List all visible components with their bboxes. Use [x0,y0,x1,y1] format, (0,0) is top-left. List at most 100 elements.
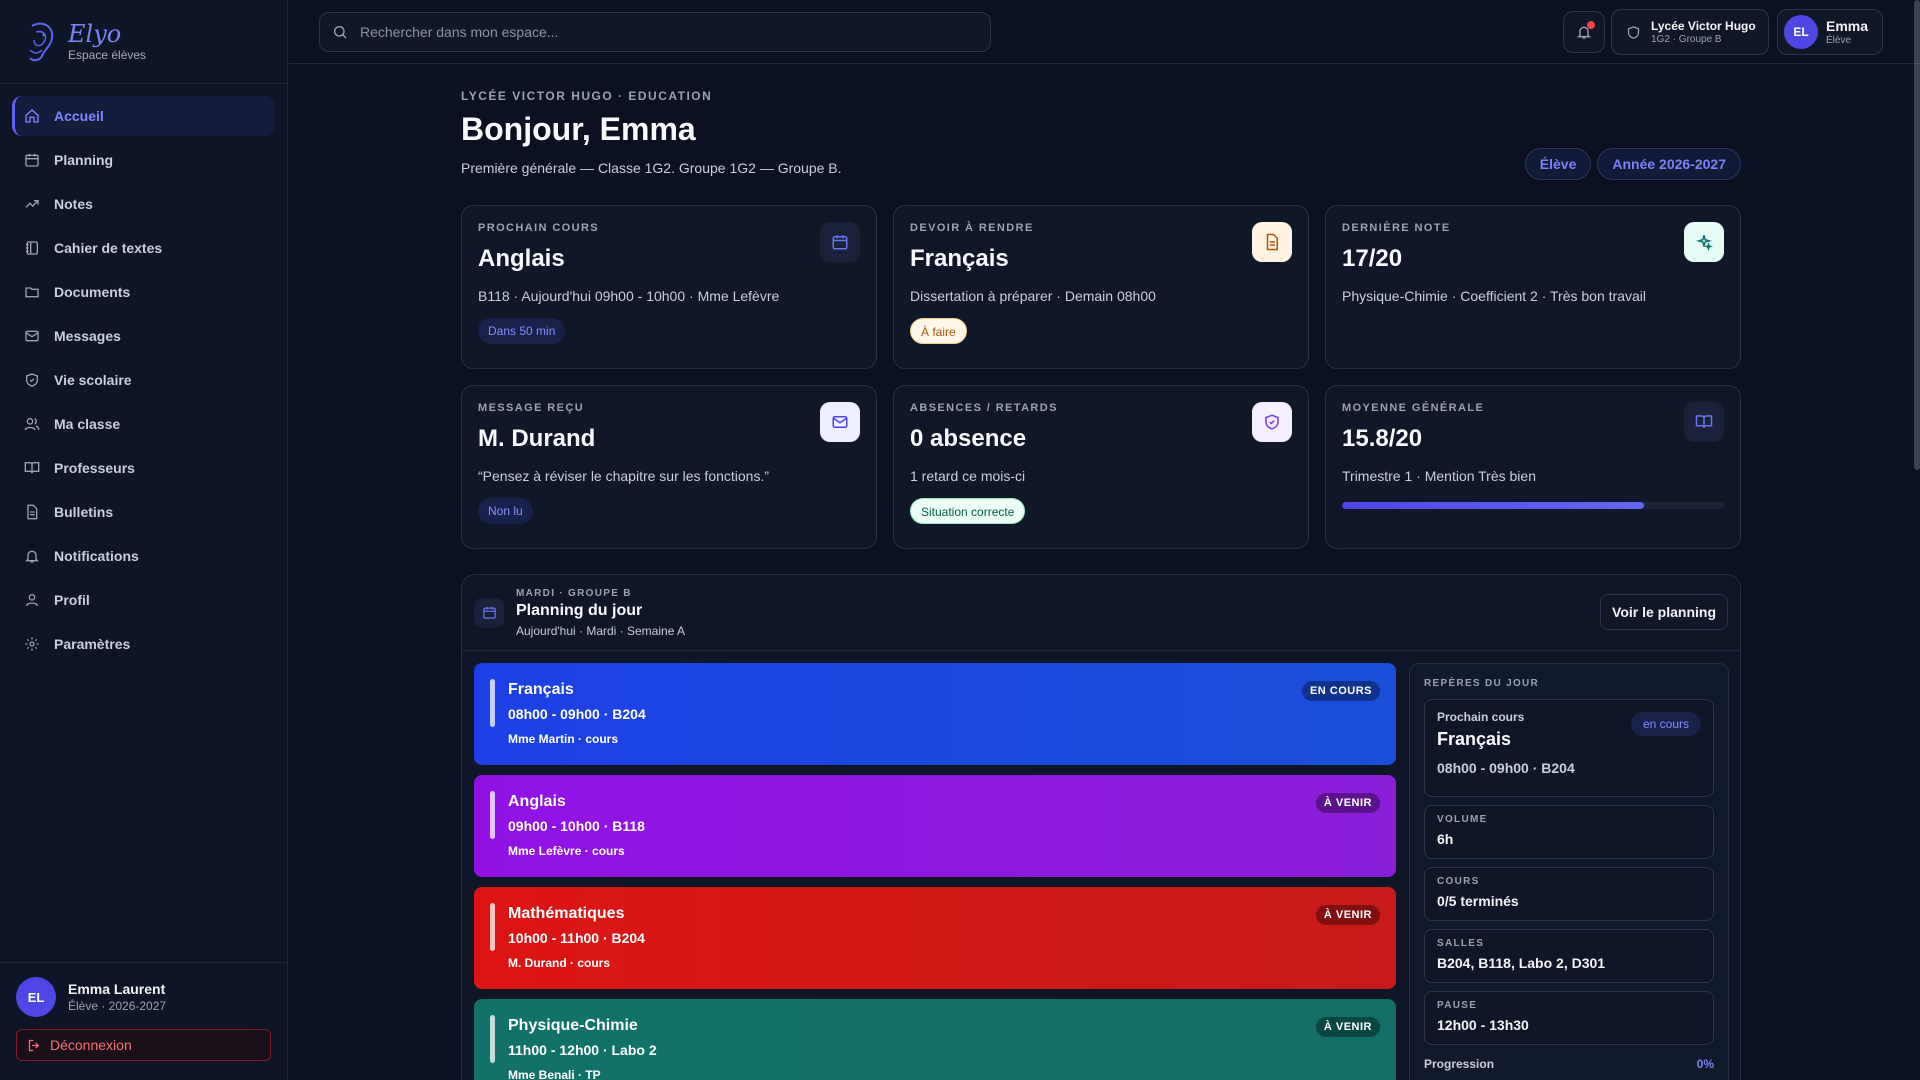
card-description: Trimestre 1 · Mention Très bien [1342,468,1536,484]
user-role: Élève [1826,35,1852,46]
header-pills: Élève Année 2026-2027 [1519,148,1741,180]
search-input[interactable] [360,24,960,40]
card-value: Anglais [478,245,565,272]
topbar: Lycée Victor Hugo 1G2 · Groupe B EL Emma… [289,0,1920,64]
book-icon [24,462,40,474]
course-name: Anglais [508,793,566,810]
book-open-icon [1684,402,1724,442]
course-accent [490,903,495,951]
card-value: Français [910,245,1009,272]
page-eyebrow: LYCÉE VICTOR HUGO · EDUCATION [461,89,713,103]
card-label: MESSAGE REÇU [478,402,585,414]
progress-label: Progression [1424,1057,1495,1071]
sidebar-item-label: Profil [54,592,90,608]
sidebar-footer: EL Emma Laurent Élève · 2026-2027 Déconn… [0,962,287,1080]
stat-rooms: SALLES B204, B118, Labo 2, D301 [1424,929,1714,983]
course-card[interactable]: Français 08h00 - 09h00 · B204 Mme Martin… [474,663,1396,765]
course-teacher: Mme Lefèvre · cours [508,844,625,858]
page-scrollbar[interactable] [1912,0,1920,470]
card-average[interactable]: MOYENNE GÉNÉRALE 15.8/20 Trimestre 1 · M… [1325,385,1741,549]
sidebar-item-profil[interactable]: Profil [12,580,275,620]
folder-icon [25,287,39,298]
card-last-grade[interactable]: DERNIÈRE NOTE 17/20 Physique-Chimie · Co… [1325,205,1741,369]
next-course-box[interactable]: Prochain cours Français 08h00 - 09h00 · … [1424,699,1714,797]
planning-title: Planning du jour [516,601,643,619]
stat-label: COURS [1437,876,1480,887]
average-progress [1342,502,1724,509]
brand[interactable]: Elyo Espace élèves [0,0,287,84]
gear-icon [25,637,39,651]
user-menu[interactable]: EL Emma Élève [1777,9,1883,55]
avatar: EL [1784,15,1818,49]
highlights-title: REPÈRES DU JOUR [1424,678,1540,689]
course-card[interactable]: Anglais 09h00 - 10h00 · B118 Mme Lefèvre… [474,775,1396,877]
card-next-course[interactable]: PROCHAIN COURS Anglais B118 · Aujourd'hu… [461,205,877,369]
card-tag: À faire [910,318,967,344]
document-icon [1252,222,1292,262]
course-card[interactable]: Physique-Chimie 11h00 - 12h00 · Labo 2 M… [474,999,1396,1080]
calendar-icon [474,597,504,628]
school-selector[interactable]: Lycée Victor Hugo 1G2 · Groupe B [1611,9,1769,55]
sidebar-item-professeurs[interactable]: Professeurs [12,448,275,488]
course-teacher: Mme Benali · TP [508,1068,601,1080]
stat-label: VOLUME [1437,814,1488,825]
sidebar-item-bulletins[interactable]: Bulletins [12,492,275,532]
card-description: B118 · Aujourd'hui 09h00 - 10h00 · Mme L… [478,288,780,304]
year-pill: Année 2026-2027 [1597,148,1741,180]
card-value: 17/20 [1342,245,1403,272]
card-message[interactable]: MESSAGE REÇU M. Durand “Pensez à réviser… [461,385,877,549]
logout-button[interactable]: Déconnexion [16,1029,271,1061]
school-name: Lycée Victor Hugo [1651,19,1756,33]
mail-icon [25,330,39,342]
course-teacher: M. Durand · cours [508,956,611,970]
progress-value: 0% [1696,1057,1714,1071]
card-label: ABSENCES / RETARDS [910,402,1058,414]
view-planning-button[interactable]: Voir le planning [1600,594,1728,630]
school-group: 1G2 · Groupe B [1651,34,1722,45]
role-pill: Élève [1524,148,1592,180]
user-icon [26,594,38,607]
sidebar-item-documents[interactable]: Documents [12,272,275,312]
average-progress-fill [1342,502,1644,509]
sidebar-item-messages[interactable]: Messages [12,316,275,356]
sidebar-item-ma-classe[interactable]: Ma classe [12,404,275,444]
sidebar-user[interactable]: EL Emma Laurent Élève · 2026-2027 [16,977,271,1017]
sidebar-item-cahier-de-textes[interactable]: Cahier de textes [12,228,275,268]
course-status-badge: À VENIR [1315,905,1380,925]
scrollbar-thumb[interactable] [1914,0,1920,470]
card-tag: Non lu [478,498,533,524]
card-absences[interactable]: ABSENCES / RETARDS 0 absence 1 retard ce… [893,385,1309,549]
card-description: 1 retard ce mois-ci [910,468,1026,484]
sidebar-item-label: Bulletins [54,504,114,520]
card-description: “Pensez à réviser le chapitre sur les fo… [478,468,770,484]
notifications-button[interactable] [1563,11,1605,53]
stat-courses: COURS 0/5 terminés [1424,867,1714,921]
sidebar-item-label: Documents [54,284,131,300]
logout-label: Déconnexion [50,1037,132,1053]
sidebar-item-label: Professeurs [54,460,135,476]
card-description: Physique-Chimie · Coefficient 2 · Très b… [1342,288,1646,304]
sidebar-item-notifications[interactable]: Notifications [12,536,275,576]
card-value: 0 absence [910,425,1027,452]
course-card[interactable]: Mathématiques 10h00 - 11h00 · B204 M. Du… [474,887,1396,989]
logout-icon [28,1039,40,1051]
bell-icon [25,550,39,563]
sidebar-item-label: Messages [54,328,121,344]
sidebar-item-notes[interactable]: Notes [12,184,275,224]
brand-name: Elyo [68,19,122,48]
sidebar-item-planning[interactable]: Planning [12,140,275,180]
search-bar[interactable] [319,12,991,52]
sidebar-item-vie-scolaire[interactable]: Vie scolaire [12,360,275,400]
planning-panel: MARDI · GROUPE B Planning du jour Aujour… [461,574,1741,1080]
course-time: 08h00 - 09h00 · B204 [508,706,646,722]
stat-value: 12h00 - 13h30 [1437,1017,1529,1033]
stat-label: PAUSE [1437,1000,1478,1011]
card-homework[interactable]: DEVOIR À RENDRE Français Dissertation à … [893,205,1309,369]
course-time: 11h00 - 12h00 · Labo 2 [508,1042,657,1058]
sidebar-item-label: Notes [54,196,93,212]
stat-value: 0/5 terminés [1437,893,1519,909]
card-tag: Situation correcte [910,498,1026,524]
sidebar-item-parametres[interactable]: Paramètres [12,624,275,664]
sidebar-item-label: Cahier de textes [54,240,163,256]
sidebar-item-accueil[interactable]: Accueil [12,96,275,136]
